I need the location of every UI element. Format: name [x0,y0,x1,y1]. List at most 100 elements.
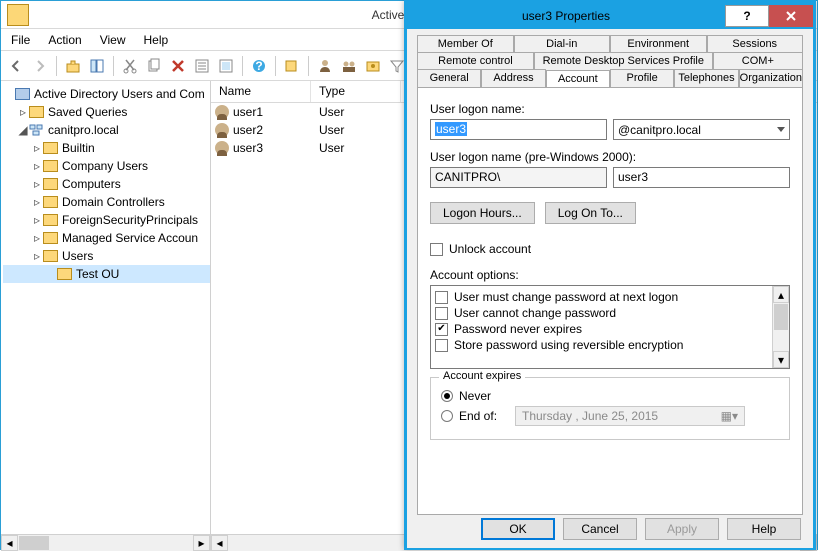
tree-company-users[interactable]: ▹Company Users [3,157,210,175]
tree-builtin[interactable]: ▹Builtin [3,139,210,157]
expires-endof-radio[interactable] [441,410,453,422]
logon-hours-button[interactable]: Logon Hours... [430,202,535,224]
ok-button[interactable]: OK [481,518,555,540]
up-button[interactable] [62,55,84,77]
context-help-button[interactable]: ? [725,5,769,27]
tree-users[interactable]: ▹Users [3,247,210,265]
new-user-icon[interactable] [314,55,336,77]
scroll-right-icon[interactable]: ▸ [193,535,210,551]
chevron-right-icon[interactable]: ▹ [31,141,43,155]
folder-icon [29,106,44,118]
menu-help[interactable]: Help [144,33,169,47]
menu-action[interactable]: Action [48,33,81,47]
unlock-label: Unlock account [449,242,531,256]
menu-file[interactable]: File [11,33,30,47]
delete-button[interactable] [167,55,189,77]
dialog-titlebar[interactable]: user3 Properties ? [407,3,813,29]
tab-sessions[interactable]: Sessions [707,35,804,52]
tree-saved-queries[interactable]: ▹ Saved Queries [3,103,210,121]
tree-domain-controllers[interactable]: ▹Domain Controllers [3,193,210,211]
tab-remote-control[interactable]: Remote control [417,52,534,69]
chevron-down-icon [777,127,785,132]
cut-button[interactable] [119,55,141,77]
tab-profile[interactable]: Profile [610,69,674,87]
calendar-icon: ▦▾ [721,409,738,423]
tree-fsp[interactable]: ▹ForeignSecurityPrincipals [3,211,210,229]
tab-telephones[interactable]: Telephones [674,69,738,87]
help-button[interactable]: ? [248,55,270,77]
copy-button[interactable] [143,55,165,77]
find-button[interactable] [281,55,303,77]
chevron-right-icon[interactable]: ▹ [17,105,29,119]
show-hide-button[interactable] [86,55,108,77]
scroll-left-icon[interactable]: ◂ [1,535,18,551]
tab-dial-in[interactable]: Dial-in [514,35,611,52]
folder-icon [43,178,58,190]
chevron-down-icon[interactable]: ◢ [17,123,29,137]
prewin-user-input[interactable]: user3 [613,167,790,188]
folder-icon [43,142,58,154]
col-type[interactable]: Type [311,81,401,102]
tree-test-ou[interactable]: Test OU [3,265,210,283]
expires-endof-label: End of: [459,409,509,423]
tab-account[interactable]: Account [546,70,610,88]
tree-computers[interactable]: ▹Computers [3,175,210,193]
tab-general[interactable]: General [417,69,481,87]
tab-address[interactable]: Address [481,69,545,87]
opt-cannot-change-checkbox[interactable] [435,307,448,320]
opt-label: User cannot change password [454,306,616,320]
dialog-title: user3 Properties [407,9,725,23]
folder-icon [43,232,58,244]
chevron-right-icon[interactable]: ▹ [31,231,43,245]
apply-button[interactable]: Apply [645,518,719,540]
opt-reversible-checkbox[interactable] [435,339,448,352]
logon-name-input[interactable]: user3 [430,119,607,140]
menu-view[interactable]: View [100,33,126,47]
user-icon [215,123,229,137]
chevron-right-icon[interactable]: ▹ [31,213,43,227]
folder-icon [43,250,58,262]
scroll-up-icon[interactable]: ▴ [773,286,789,303]
logon-suffix-combo[interactable]: @canitpro.local [613,119,790,140]
chevron-right-icon[interactable]: ▹ [31,159,43,173]
cancel-button[interactable]: Cancel [563,518,637,540]
tree-label: Managed Service Accoun [62,231,202,245]
opt-must-change-checkbox[interactable] [435,291,448,304]
scroll-left-icon[interactable]: ◂ [211,535,228,551]
chevron-right-icon[interactable]: ▹ [31,249,43,263]
tab-member-of[interactable]: Member Of [417,35,514,52]
dialog-button-row: OK Cancel Apply Help [481,518,801,540]
new-group-icon[interactable] [338,55,360,77]
expires-never-radio[interactable] [441,390,453,402]
tab-organization[interactable]: Organization [739,69,803,87]
nav-back-button[interactable] [5,55,27,77]
svg-text:?: ? [255,59,262,73]
scroll-thumb[interactable] [19,536,49,550]
tree-root-label: Active Directory Users and Com [34,87,209,101]
tree-hscrollbar[interactable]: ◂ ▸ [1,534,210,551]
chevron-right-icon[interactable]: ▹ [31,195,43,209]
new-ou-icon[interactable] [362,55,384,77]
nav-forward-button[interactable] [29,55,51,77]
options-scrollbar[interactable]: ▴ ▾ [772,286,789,368]
folder-icon [43,160,58,172]
tree-msa[interactable]: ▹ Managed Service Accoun [3,229,210,247]
opt-never-expires-checkbox[interactable]: ✔ [435,323,448,336]
tab-com-plus[interactable]: COM+ [713,52,803,69]
properties-button[interactable] [191,55,213,77]
tree-root[interactable]: Active Directory Users and Com [3,85,210,103]
tab-environment[interactable]: Environment [610,35,707,52]
col-name[interactable]: Name [211,81,311,102]
tab-rds-profile[interactable]: Remote Desktop Services Profile [534,52,713,69]
scroll-thumb[interactable] [774,304,788,330]
close-button[interactable] [769,5,813,27]
refresh-button[interactable] [215,55,237,77]
log-on-to-button[interactable]: Log On To... [545,202,636,224]
chevron-right-icon[interactable]: ▹ [31,177,43,191]
tree-domain[interactable]: ◢ canitpro.local [3,121,210,139]
scroll-down-icon[interactable]: ▾ [773,351,789,368]
unlock-checkbox[interactable] [430,243,443,256]
tree-pane: Active Directory Users and Com ▹ Saved Q… [1,81,211,551]
logon-suffix-value: @canitpro.local [618,123,701,137]
help-button[interactable]: Help [727,518,801,540]
